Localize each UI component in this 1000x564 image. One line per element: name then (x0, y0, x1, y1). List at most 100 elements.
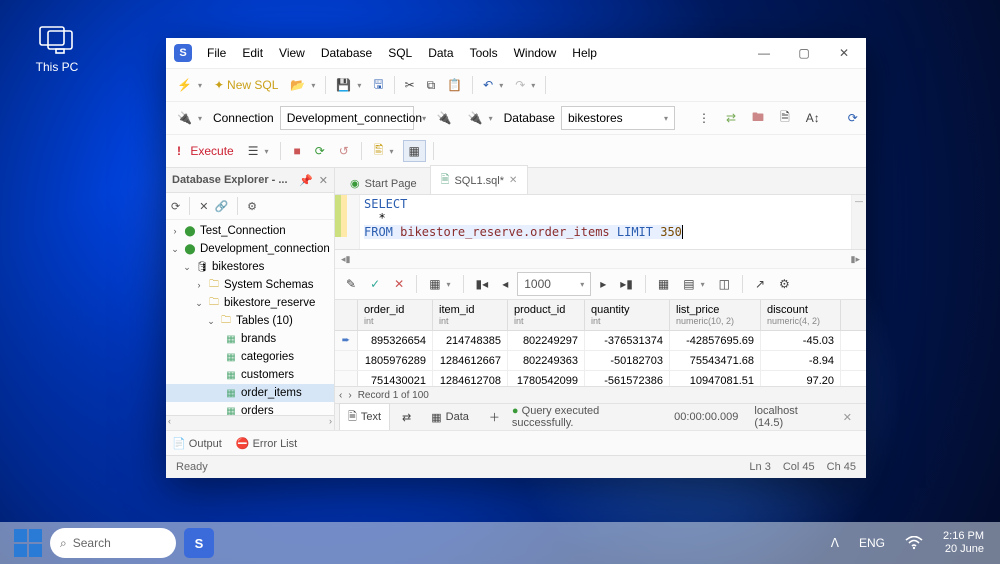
tray-clock[interactable]: 2:16 PM20 June (943, 530, 984, 556)
open-sql-console-button[interactable]: 🗎 (775, 105, 795, 132)
taskbar-search[interactable]: ⌕Search (50, 528, 176, 558)
grid-mode-button[interactable]: ▦ (424, 274, 455, 294)
status-char: Ch 45 (827, 461, 856, 473)
panel-title: Database Explorer - ... (172, 174, 288, 186)
prev-page-button[interactable]: ◂ (497, 274, 513, 294)
page-size-combobox[interactable]: 1000 (517, 272, 591, 296)
tab-start-page[interactable]: ◉Start Page (339, 171, 428, 194)
execute-options-button[interactable]: ☰ (243, 141, 274, 161)
close-tab-icon[interactable]: ✕ (509, 175, 517, 186)
explorer-toolbar: ⟳ ✕ 🔗 ⚙ (166, 193, 334, 220)
output-tab[interactable]: 📄 Output (172, 437, 222, 450)
grid-button[interactable]: ▦ (653, 274, 674, 294)
last-page-button[interactable]: ▸▮ (615, 274, 638, 294)
connection-icon[interactable]: 🔌 (172, 108, 207, 128)
menu-view[interactable]: View (272, 42, 312, 64)
query-time: 00:00:00.009 (674, 411, 738, 423)
columns-button[interactable]: ▤ (678, 274, 709, 294)
execute-button[interactable]: ! Execute (172, 141, 239, 161)
menu-tools[interactable]: Tools (463, 42, 505, 64)
menu-data[interactable]: Data (421, 42, 460, 64)
paste-button[interactable]: 📋 (442, 75, 467, 95)
error-list-tab[interactable]: ⛔ Error List (236, 437, 297, 450)
connection-combobox[interactable]: Development_connection (280, 106, 414, 130)
close-panel-icon[interactable]: ✕ (319, 174, 328, 187)
open-button[interactable]: 📂 (285, 75, 320, 95)
status-ready: Ready (176, 461, 208, 473)
editor-minimap: — (851, 195, 866, 249)
save-all-button[interactable]: 🖫 (368, 72, 388, 99)
table-row[interactable]: ➨895326654214748385802249297-376531374-4… (335, 331, 866, 351)
menu-help[interactable]: Help (565, 42, 604, 64)
grid-settings-button[interactable]: ⚙ (774, 274, 795, 294)
commit-button[interactable]: ⟳ (310, 141, 330, 161)
filter-button[interactable]: ⚙ (247, 200, 257, 213)
disconnect-button[interactable]: 🔌 (432, 108, 457, 128)
cut-button[interactable]: ✂ (400, 75, 420, 95)
menu-database[interactable]: Database (314, 42, 379, 64)
record-counter: Record 1 of 100 (358, 390, 429, 401)
save-button[interactable]: 💾 (331, 75, 366, 95)
clear-result-button[interactable]: ✕ (843, 411, 852, 424)
start-button[interactable] (14, 529, 42, 557)
wifi-icon[interactable] (905, 536, 923, 550)
taskbar-app-button[interactable]: S (184, 528, 214, 558)
first-page-button[interactable]: ▮◂ (471, 274, 494, 294)
tree-item-order-items: ▦order_items (166, 384, 334, 402)
desktop-icon-label: This PC (36, 60, 79, 74)
settings-button[interactable]: ⋮ (693, 108, 715, 128)
tray-language[interactable]: ENG (859, 536, 885, 550)
tray-expand-icon[interactable]: ᐱ (831, 536, 839, 550)
menu-window[interactable]: Window (507, 42, 564, 64)
result-tab-data[interactable]: ▦ Data (423, 407, 477, 428)
desktop-icon-thispc[interactable]: This PC (32, 26, 82, 74)
expand-left-icon[interactable]: ◂▮ (341, 254, 350, 265)
export-button[interactable]: ↗ (750, 274, 770, 294)
redo-button[interactable]: ↷ (510, 75, 540, 95)
format-button[interactable]: A↕ (801, 108, 825, 128)
cell-view-button[interactable]: ◫ (714, 274, 735, 294)
refresh-button[interactable]: ⟳ (843, 108, 863, 128)
copy-button[interactable]: ⧉ (422, 75, 441, 96)
tx-log-button[interactable]: ⇄ (721, 108, 741, 128)
table-row[interactable]: 75143002112846127081780542099-5615723861… (335, 371, 866, 386)
bottom-panel-tabs: 📄 Output ⛔ Error List (166, 430, 866, 455)
schema-picker-button[interactable]: 🔌 (463, 108, 498, 128)
database-combobox[interactable]: bikestores (561, 106, 675, 130)
maximize-button[interactable]: ▢ (784, 38, 824, 68)
sql-editor[interactable]: SELECT * FROM bikestore_reserve.order_it… (335, 195, 866, 250)
results-grid[interactable]: order_idint item_idint product_idint qua… (335, 300, 866, 403)
explain-button[interactable]: 🖺 (369, 138, 399, 165)
menu-edit[interactable]: Edit (235, 42, 270, 64)
database-tree[interactable]: ›⬤Test_Connection ⌄⬤Development_connecti… (166, 220, 334, 415)
edit-row-button[interactable]: ✎ (341, 274, 361, 294)
reject-button[interactable]: ✕ (389, 274, 409, 294)
app-window: S File Edit View Database SQL Data Tools… (166, 38, 866, 478)
rollback-button[interactable]: ↺ (334, 141, 354, 161)
new-connection-button[interactable]: ⚡ (172, 75, 207, 95)
undo-button[interactable]: ↶ (478, 75, 508, 95)
close-button[interactable]: ✕ (824, 38, 864, 68)
toggle-results-button[interactable]: ▦ (403, 140, 426, 162)
status-col: Col 45 (783, 461, 815, 473)
next-page-button[interactable]: ▸ (595, 274, 611, 294)
add-result-tab-button[interactable]: ＋ (481, 405, 508, 429)
menu-sql[interactable]: SQL (381, 42, 419, 64)
minimize-button[interactable]: — (744, 38, 784, 68)
result-tab-text[interactable]: 🗎 Text (339, 403, 390, 432)
search-icon: ⌕ (60, 536, 67, 551)
link-button[interactable]: 🔗 (214, 200, 228, 213)
new-sql-button[interactable]: ✦ New SQL (209, 75, 283, 95)
app-logo-icon: S (174, 44, 192, 62)
stop-button[interactable]: ■ (288, 141, 305, 161)
project-button[interactable]: 🖿 (747, 105, 769, 132)
result-swap-button[interactable]: ⇄ (394, 407, 419, 428)
expand-right-icon[interactable]: ▮▸ (851, 254, 860, 265)
table-row[interactable]: 18059762891284612667802249363-5018270375… (335, 351, 866, 371)
pin-icon[interactable]: 📌 (299, 174, 313, 187)
menu-file[interactable]: File (200, 42, 233, 64)
tab-sql1[interactable]: 🗎SQL1.sql*✕ (430, 165, 529, 194)
refresh-tree-button[interactable]: ⟳ (171, 200, 180, 213)
accept-button[interactable]: ✓ (365, 274, 385, 294)
collapse-all-button[interactable]: ✕ (199, 200, 208, 213)
